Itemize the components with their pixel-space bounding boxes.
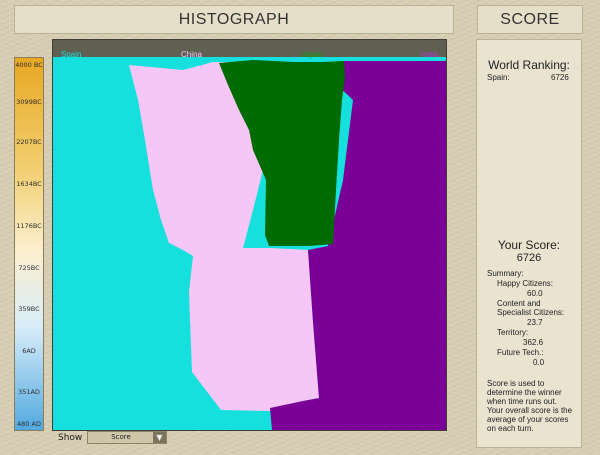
ranking-value: 6726: [551, 73, 569, 82]
legend-label-india: India: [421, 50, 439, 59]
content-label: Content and: [497, 299, 541, 308]
territory-value: 362.6: [523, 338, 544, 347]
score-note-line: when time runs out.: [487, 397, 557, 406]
timeline-tick: 2207BC: [16, 138, 42, 146]
score-note-line: Your overall score is the: [487, 406, 573, 415]
score-note-line: determine the winner: [487, 388, 562, 397]
timeline-tick: 1176BC: [16, 222, 42, 230]
timeline-tick: 480 AD: [17, 420, 41, 428]
happy-value: 60.0: [527, 289, 543, 298]
histograph-svg: Spain China Japan India: [53, 40, 446, 430]
timeline-tick: 351AD: [18, 388, 40, 396]
histograph-chart: Spain China Japan India: [52, 39, 447, 431]
content-label-2: Specialist Citizens:: [497, 308, 565, 317]
show-dropdown-value: Score: [111, 433, 131, 441]
score-panel: World Ranking: Spain: 6726 Your Score: 6…: [476, 39, 582, 448]
show-dropdown[interactable]: Score ▼: [87, 431, 167, 444]
chevron-down-icon[interactable]: ▼: [153, 432, 166, 443]
happy-label: Happy Citizens:: [497, 279, 554, 288]
histograph-title: HISTOGRAPH: [14, 5, 454, 34]
ranking-civ: Spain:: [487, 73, 510, 82]
score-note-line: Score is used to: [487, 379, 545, 388]
your-score-title: Your Score:: [497, 238, 561, 252]
world-ranking-title: World Ranking:: [488, 58, 570, 72]
timeline-tick: 359BC: [18, 305, 40, 313]
legend-label-japan: Japan: [301, 50, 323, 59]
timeline-tick: 4000 BC: [15, 61, 43, 69]
legend-label-china: China: [181, 50, 202, 59]
score-title: SCORE: [477, 5, 583, 34]
timeline-tick: 725BC: [18, 264, 40, 272]
timeline-axis: 4000 BC 3099BC 2207BC 1634BC 1176BC 725B…: [14, 57, 44, 431]
summary-label: Summary:: [487, 269, 524, 278]
score-note-line: average of your scores: [487, 415, 569, 424]
timeline-tick: 6AD: [22, 347, 36, 355]
content-value: 23.7: [527, 318, 543, 327]
timeline-tick: 3099BC: [16, 98, 42, 106]
territory-label: Territory:: [497, 328, 529, 337]
legend-label-spain: Spain: [61, 50, 81, 59]
your-score-value: 6726: [516, 252, 542, 264]
future-tech-label: Future Tech.:: [497, 348, 544, 357]
timeline-tick: 1634BC: [16, 180, 42, 188]
show-label: Show: [58, 433, 83, 443]
score-note-line: on each turn.: [487, 424, 534, 433]
future-tech-value: 0.0: [533, 358, 545, 367]
